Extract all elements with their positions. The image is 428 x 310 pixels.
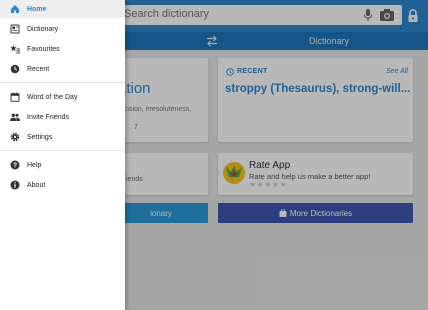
dictionary-icon (10, 24, 20, 34)
drawer-item-label: Dictionary (27, 25, 59, 33)
drawer-item-label: Favourites (27, 45, 60, 53)
drawer-item-about[interactable]: About (0, 176, 125, 194)
drawer-item-favourites[interactable]: Favourites (0, 40, 125, 58)
drawer-item-dictionary[interactable]: Dictionary (0, 20, 125, 38)
drawer-item-help[interactable]: ? Help (0, 156, 125, 174)
calendar-icon (10, 92, 20, 102)
drawer-item-label: Invite Friends (27, 113, 70, 121)
drawer-item-label: Home (27, 5, 47, 13)
drawer-item-invite-friends[interactable]: Invite Friends (0, 108, 125, 126)
navigation-drawer: Home Dictionary Favourites Recent Word o… (0, 0, 125, 310)
drawer-item-word-of-the-day[interactable]: Word of the Day (0, 88, 125, 106)
drawer-item-label: Word of the Day (27, 93, 78, 101)
drawer-item-recent[interactable]: Recent (0, 60, 125, 78)
drawer-item-label: Help (27, 161, 42, 169)
drawer-item-settings[interactable]: Settings (0, 128, 125, 146)
drawer-item-label: About (27, 181, 46, 189)
drawer-divider (0, 82, 125, 83)
favourites-icon (10, 45, 20, 54)
help-icon: ? (10, 160, 20, 170)
home-icon (11, 5, 19, 13)
drawer-divider (0, 150, 125, 151)
info-icon (10, 180, 20, 190)
people-icon (10, 113, 20, 121)
clock-icon (10, 64, 20, 74)
drawer-item-label: Settings (27, 133, 53, 141)
gear-icon (10, 132, 20, 142)
svg-text:?: ? (13, 163, 17, 170)
drawer-item-label: Recent (27, 65, 50, 73)
drawer-item-home[interactable]: Home (0, 0, 125, 18)
